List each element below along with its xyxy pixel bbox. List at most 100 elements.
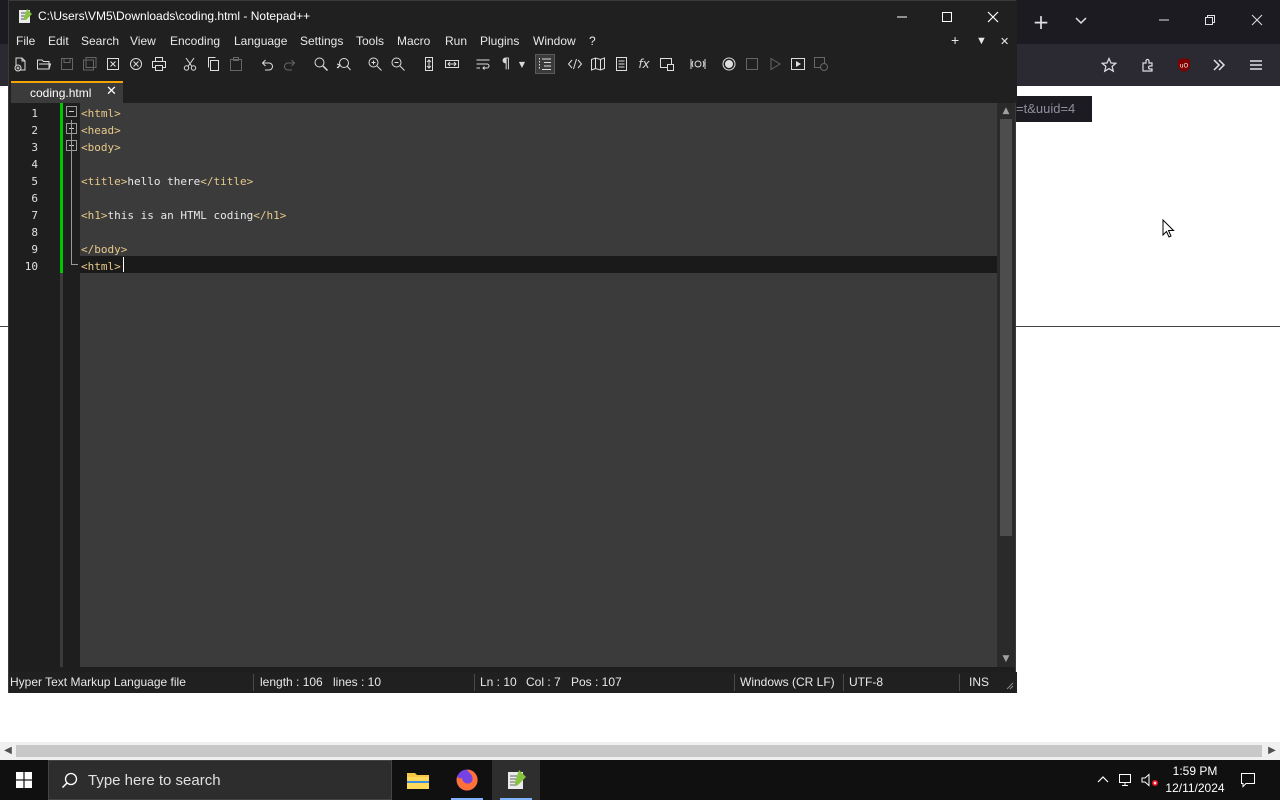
redo-icon[interactable] [280,54,300,74]
minimize-button[interactable] [879,1,925,32]
fold-toggle-html[interactable] [66,106,77,117]
volume-tray-icon[interactable] [1139,760,1161,800]
tab-list-dropdown-icon[interactable]: ▼ [976,35,987,47]
vertical-scrollbar[interactable]: ▲ ▼ [997,103,1015,667]
browser-minimize-icon[interactable] [1151,9,1177,35]
menu-tools[interactable]: Tools [356,34,384,48]
overflow-chevron-icon[interactable] [1206,52,1232,78]
show-hidden-icons-button[interactable] [1093,760,1113,800]
taskbar-search-box[interactable]: Type here to search [48,760,392,800]
system-clock[interactable]: 1:59 PM 12/11/2024 [1162,763,1228,797]
menu-language[interactable]: Language [234,34,287,48]
menu-view[interactable]: View [130,34,156,48]
menu-window[interactable]: Window [533,34,576,48]
code-line[interactable]: <html> [81,105,121,122]
bookmark-star-icon[interactable] [1096,52,1122,78]
ublock-origin-icon[interactable]: uO [1171,52,1197,78]
close-button[interactable] [970,1,1016,32]
code-line[interactable]: <title>hello there</title> [81,173,253,190]
menu-macro[interactable]: Macro [397,34,430,48]
text-area[interactable]: <html> <head> <body> <title>hello there</ti… [80,103,997,667]
menu-run[interactable]: Run [445,34,467,48]
code-line[interactable]: <body> [81,139,121,156]
save-macro-icon[interactable] [811,54,831,74]
url-bar[interactable]: =t&uuid=4 [1012,96,1092,122]
notification-center-button[interactable] [1234,760,1262,800]
extensions-icon[interactable] [1135,52,1161,78]
volume-muted-icon [1141,773,1158,787]
run-macro-multiple-icon[interactable] [788,54,808,74]
horizontal-scroll-thumb[interactable] [16,745,1262,757]
menu-edit[interactable]: Edit [48,34,69,48]
xml-tag-icon[interactable] [565,54,585,74]
monitoring-icon[interactable] [688,54,708,74]
find-icon[interactable] [311,54,331,74]
list-all-tabs-icon[interactable] [1068,9,1094,35]
resize-grip-icon[interactable] [1005,681,1014,690]
vertical-scroll-thumb[interactable] [1000,119,1012,536]
hamburger-menu-icon[interactable] [1243,52,1269,78]
close-all-icon[interactable] [126,54,146,74]
fold-margin[interactable] [63,103,80,667]
playback-macro-icon[interactable] [765,54,785,74]
tab-coding-html[interactable]: coding.html ✕ [11,81,123,103]
start-button[interactable] [0,760,48,800]
menu-settings[interactable]: Settings [300,34,343,48]
scroll-left-icon[interactable]: ◀ [0,742,16,760]
save-all-icon[interactable] [80,54,100,74]
sync-vertical-icon[interactable] [419,54,439,74]
save-icon[interactable] [57,54,77,74]
cut-icon[interactable] [180,54,200,74]
paste-icon[interactable] [226,54,246,74]
code-line[interactable]: <html> [81,258,121,275]
html-tag-token: <head> [81,124,121,137]
maximize-button[interactable] [924,1,970,32]
status-bar: Hyper Text Markup Language file length :… [9,672,1017,693]
show-all-characters-icon[interactable]: ¶ [496,54,516,74]
word-wrap-icon[interactable] [473,54,493,74]
show-symbol-dropdown-icon[interactable]: ▼ [516,54,528,74]
firefox-taskbar-button[interactable] [443,760,491,800]
code-line[interactable]: </body> [81,241,127,258]
zoom-in-icon[interactable] [365,54,385,74]
document-list-icon[interactable] [611,54,631,74]
browser-restore-icon[interactable] [1197,9,1223,35]
code-line[interactable]: <h1>this is an HTML coding</h1> [81,207,286,224]
sync-horizontal-icon[interactable] [442,54,462,74]
new-tab-plus-icon[interactable]: + [951,32,959,48]
editor-area[interactable]: 1 2 3 4 5 6 7 8 9 10 <html> <head> <body> <title>hel… [10,103,1015,667]
undo-icon[interactable] [257,54,277,74]
new-tab-icon[interactable]: + [1028,9,1054,35]
menu-encoding[interactable]: Encoding [170,34,220,48]
menu-plugins[interactable]: Plugins [480,34,519,48]
open-file-icon[interactable] [34,54,54,74]
file-explorer-taskbar-button[interactable] [394,760,442,800]
record-macro-icon[interactable] [719,54,739,74]
document-map-icon[interactable] [588,54,608,74]
replace-icon[interactable] [334,54,354,74]
menu-help[interactable]: ? [589,34,596,48]
tab-close-icon[interactable]: ✕ [106,84,117,99]
stop-recording-icon[interactable] [742,54,762,74]
scroll-right-icon[interactable]: ▶ [1264,742,1280,760]
function-list-icon[interactable]: fx [634,54,654,74]
notepad-plus-plus-taskbar-button[interactable] [492,760,540,800]
zoom-out-icon[interactable] [388,54,408,74]
close-document-icon[interactable]: ✕ [1000,35,1009,48]
network-tray-icon[interactable] [1115,760,1137,800]
horizontal-scrollbar[interactable]: ◀ ▶ [0,742,1280,760]
close-file-icon[interactable] [103,54,123,74]
code-line[interactable]: <head> [81,122,121,139]
title-bar[interactable]: C:\Users\VM5\Downloads\coding.html - Not… [9,1,1017,32]
copy-icon[interactable] [203,54,223,74]
browser-close-icon[interactable] [1244,9,1270,35]
new-file-icon[interactable] [11,54,31,74]
menu-file[interactable]: File [16,34,35,48]
scroll-down-icon[interactable]: ▼ [997,651,1015,667]
scroll-up-icon[interactable]: ▲ [997,103,1015,119]
print-icon[interactable] [149,54,169,74]
menu-search[interactable]: Search [81,34,119,48]
file-explorer-icon [407,773,429,789]
folder-as-workspace-icon[interactable] [657,54,677,74]
indent-guide-icon[interactable] [535,54,555,74]
